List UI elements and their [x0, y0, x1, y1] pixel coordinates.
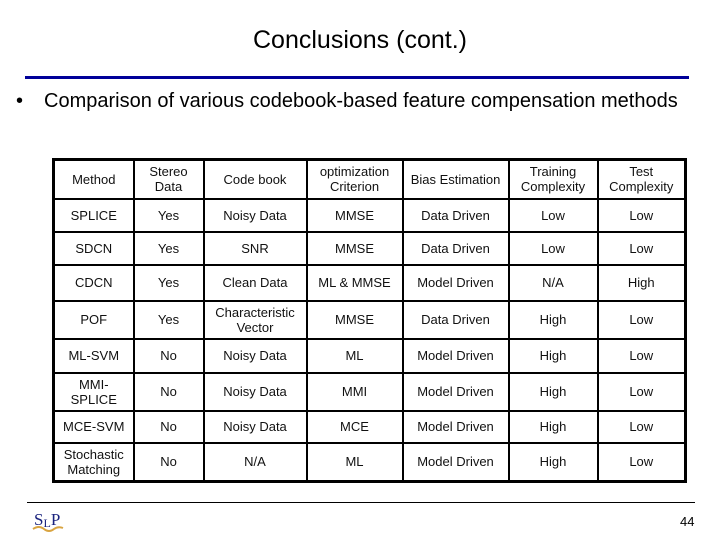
bullet-icon: •	[16, 90, 24, 112]
table-cell: Low	[596, 230, 687, 266]
footer-rule	[27, 502, 695, 503]
logo-text: SLP	[34, 510, 60, 530]
table-cell: ML	[305, 337, 404, 374]
table-cell: Yes	[132, 197, 205, 233]
table-cell: Data Driven	[401, 299, 510, 340]
comparison-table: Method Stereo Data Code book optimizatio…	[52, 158, 687, 483]
header-cell: Stereo Data	[132, 158, 205, 200]
table-cell: SPLICE	[52, 197, 135, 233]
table-cell: N/A	[202, 441, 308, 483]
table-cell: SDCN	[52, 230, 135, 266]
table-cell: Model Driven	[401, 371, 510, 412]
page-number: 44	[680, 514, 695, 529]
table-cell: Low	[596, 371, 687, 412]
table-cell: MMI-SPLICE	[52, 371, 135, 412]
table-cell: Yes	[132, 299, 205, 340]
table-cell: Low	[507, 230, 599, 266]
table-cell: Noisy Data	[202, 337, 308, 374]
table-row: MMI-SPLICE No Noisy Data MMI Model Drive…	[52, 371, 687, 412]
table-cell: Model Driven	[401, 337, 510, 374]
table-row: POF Yes Characteristic Vector MMSE Data …	[52, 299, 687, 340]
table-cell: MMSE	[305, 230, 404, 266]
slide-title: Conclusions (cont.)	[253, 26, 467, 54]
table-cell: Clean Data	[202, 263, 308, 302]
table-cell: MCE-SVM	[52, 409, 135, 444]
header-cell: optimization Criterion	[305, 158, 404, 200]
table-cell: High	[507, 409, 599, 444]
table-cell: Data Driven	[401, 197, 510, 233]
table-row: CDCN Yes Clean Data ML & MMSE Model Driv…	[52, 263, 687, 302]
table-cell: ML	[305, 441, 404, 483]
title-rule	[25, 76, 689, 79]
table-cell: High	[507, 299, 599, 340]
table-cell: Noisy Data	[202, 197, 308, 233]
table-cell: Characteristic Vector	[202, 299, 308, 340]
table-cell: MMSE	[305, 299, 404, 340]
table-cell: High	[507, 337, 599, 374]
table-row: ML-SVM No Noisy Data ML Model Driven Hig…	[52, 337, 687, 374]
table-cell: ML-SVM	[52, 337, 135, 374]
table-row: SPLICE Yes Noisy Data MMSE Data Driven L…	[52, 197, 687, 233]
header-cell: Method	[52, 158, 135, 200]
table-cell: Model Driven	[401, 263, 510, 302]
table-cell: Model Driven	[401, 409, 510, 444]
table-cell: Yes	[132, 263, 205, 302]
table-cell: Low	[596, 197, 687, 233]
table-cell: Noisy Data	[202, 409, 308, 444]
table-cell: High	[507, 371, 599, 412]
table-cell: Stochastic Matching	[52, 441, 135, 483]
table-cell: Data Driven	[401, 230, 510, 266]
header-cell: Training Complexity	[507, 158, 599, 200]
table-cell: Noisy Data	[202, 371, 308, 412]
table-cell: N/A	[507, 263, 599, 302]
table-row: Stochastic Matching No N/A ML Model Driv…	[52, 441, 687, 483]
table-cell: MMSE	[305, 197, 404, 233]
table-cell: Low	[596, 441, 687, 483]
table-cell: High	[507, 441, 599, 483]
table-row: MCE-SVM No Noisy Data MCE Model Driven H…	[52, 409, 687, 444]
table-cell: Model Driven	[401, 441, 510, 483]
table-cell: Low	[596, 337, 687, 374]
table-header-row: Method Stereo Data Code book optimizatio…	[52, 158, 687, 200]
table-cell: High	[596, 263, 687, 302]
header-cell: Bias Estimation	[401, 158, 510, 200]
slp-logo-icon: SLP	[30, 508, 66, 536]
table-cell: No	[132, 337, 205, 374]
header-cell: Test Complexity	[596, 158, 687, 200]
table-cell: CDCN	[52, 263, 135, 302]
table-cell: POF	[52, 299, 135, 340]
header-cell: Code book	[202, 158, 308, 200]
table-cell: No	[132, 441, 205, 483]
table-cell: No	[132, 371, 205, 412]
table-cell: Low	[596, 409, 687, 444]
table-row: SDCN Yes SNR MMSE Data Driven Low Low	[52, 230, 687, 266]
table-cell: Low	[507, 197, 599, 233]
table-cell: MCE	[305, 409, 404, 444]
table-cell: MMI	[305, 371, 404, 412]
bullet-text: Comparison of various codebook-based fea…	[44, 90, 678, 112]
table-cell: No	[132, 409, 205, 444]
table-cell: Yes	[132, 230, 205, 266]
table-cell: ML & MMSE	[305, 263, 404, 302]
table-cell: SNR	[202, 230, 308, 266]
table-cell: Low	[596, 299, 687, 340]
